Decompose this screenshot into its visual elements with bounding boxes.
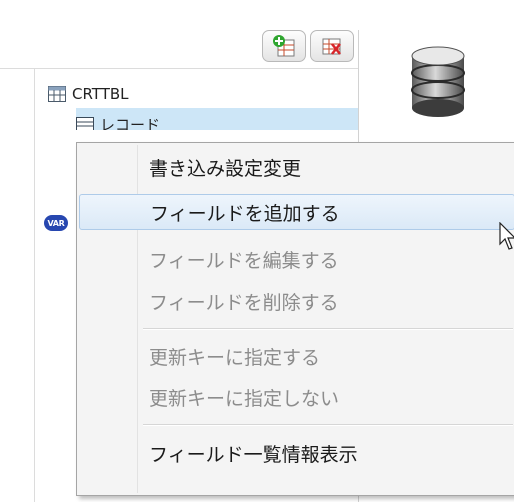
menu-item-label: フィールドを追加する bbox=[150, 202, 340, 225]
menu-item-delete-field[interactable]: フィールドを削除する bbox=[79, 283, 514, 319]
add-table-icon bbox=[273, 35, 295, 57]
var-badge-label: VAR bbox=[47, 218, 65, 228]
menu-item-label: 更新キーに指定する bbox=[149, 346, 321, 369]
table-icon bbox=[48, 86, 66, 102]
menu-item-label: 書き込み設定変更 bbox=[149, 157, 302, 180]
menu-item-set-update-key[interactable]: 更新キーに指定する bbox=[79, 338, 514, 374]
tree-top-border bbox=[0, 68, 358, 69]
add-table-button[interactable] bbox=[262, 30, 306, 62]
var-icon[interactable]: VAR bbox=[44, 215, 68, 231]
menu-separator-highlight bbox=[143, 425, 513, 426]
menu-item-edit-field[interactable]: フィールドを編集する bbox=[79, 241, 514, 277]
tree-item-label: CRTTBL bbox=[72, 85, 129, 103]
record-icon bbox=[76, 117, 94, 130]
menu-separator-highlight bbox=[143, 329, 513, 330]
menu-item-label: フィールド一覧情報表示 bbox=[149, 443, 358, 466]
context-menu: 書き込み設定変更 フィールドを追加する フィールドを編集する フィールドを削除す… bbox=[76, 142, 514, 496]
mouse-cursor-icon bbox=[499, 222, 514, 250]
menu-item-unset-update-key[interactable]: 更新キーに指定しない bbox=[79, 379, 514, 415]
tree-item-crttbl[interactable]: CRTTBL bbox=[48, 80, 129, 108]
database-icon bbox=[411, 46, 465, 117]
menu-item-label: フィールドを削除する bbox=[149, 291, 339, 314]
delete-table-button[interactable] bbox=[310, 30, 354, 62]
menu-item-label: フィールドを編集する bbox=[149, 249, 339, 272]
menu-item-field-list-info[interactable]: フィールド一覧情報表示 bbox=[79, 435, 514, 471]
menu-item-label: 更新キーに指定しない bbox=[149, 387, 340, 410]
menu-item-add-field[interactable]: フィールドを追加する bbox=[79, 194, 514, 230]
tree-item-record[interactable]: レコード bbox=[76, 108, 358, 130]
tree-left-border bbox=[34, 68, 35, 502]
menu-item-change-write-settings[interactable]: 書き込み設定変更 bbox=[79, 149, 514, 185]
delete-table-icon bbox=[322, 38, 341, 55]
tree-item-label: レコード bbox=[100, 115, 161, 131]
